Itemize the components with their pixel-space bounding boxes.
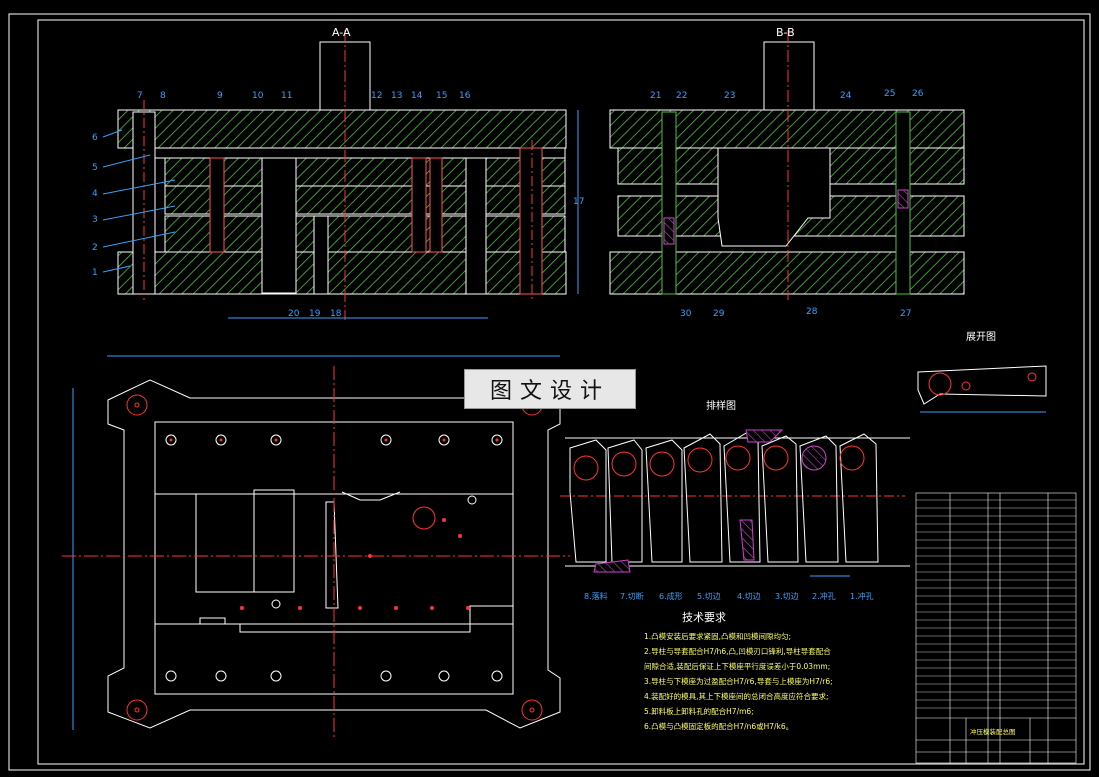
part-number: 3 [92,215,98,225]
tech-line: 2.导柱与导套配合H7/h6,凸,凹模刃口锋利,导柱导套配合 [644,646,831,656]
tech-line: 5.卸料板上卸料孔的配合H7/m6; [644,706,754,716]
strip-layout: 排样图 [560,399,910,577]
section-view-aa: A-A [117,26,579,320]
part-number: 14 [411,91,423,101]
part-number: 30 [680,309,692,319]
unfold-title: 展开图 [966,331,996,343]
station-labels: 8.落料 7.切断 6.成形 5.切边 4.切边 3.切边 2.冲孔 1.冲孔 [584,591,874,601]
tech-line: 3.导柱与下模座为过盈配合H7/r6,导套与上模座为H7/r6; [644,676,833,686]
station-label: 2.冲孔 [812,591,836,601]
part-number: 12 [371,91,382,101]
part-number: 19 [309,309,321,319]
part-number: 5 [92,163,98,173]
part-number: 26 [912,89,924,99]
technical-requirements: 技术要求 1.凸模安装后要求紧固,凸模和凹模间隙均匀; 2.导柱与导套配合H7/… [644,611,833,731]
station-label: 4.切边 [737,591,761,601]
tech-line: 6.凸模与凸模固定板的配合H7/n6或H7/k6。 [644,721,793,731]
title-block-name: 冲压模装配总图 [970,727,1016,736]
tech-title: 技术要求 [682,611,726,624]
tech-line: 间隙合适,装配后保证上下模座平行度误差小于0.03mm; [644,661,830,671]
part-number: 28 [806,307,818,317]
part-number: 17 [573,197,584,207]
plan-view [62,355,570,740]
part-number: 29 [713,309,725,319]
tech-line: 4.装配好的模具,其上下模座间的总闭合高度应符合要求; [644,691,829,701]
strip-layout-title: 排样图 [706,399,736,412]
station-label: 8.落料 [584,591,608,601]
part-number: 23 [724,91,735,101]
part-number: 11 [281,91,292,101]
part-number: 13 [391,91,402,101]
part-number: 24 [840,91,852,101]
part-number: 22 [676,91,687,101]
part-number: 2 [92,243,98,253]
section-view-bb: B-B [609,26,965,300]
station-label: 7.切断 [620,591,644,601]
part-number: 7 [137,91,143,101]
part-number: 8 [160,91,166,101]
view-aa-title: A-A [332,26,351,39]
view-bb-title: B-B [776,26,795,39]
part-number: 9 [217,91,223,101]
part-number: 27 [900,309,911,319]
part-number: 25 [884,89,895,99]
station-label: 5.切边 [697,591,721,601]
tech-line: 1.凸模安装后要求紧固,凸模和凹模间隙均匀; [644,631,791,641]
part-number: 10 [252,91,264,101]
watermark: 图文设计 [464,369,636,409]
part-number: 15 [436,91,447,101]
parts-list-rows [916,499,1076,709]
unfold-view: 展开图 [917,331,1047,413]
part-number: 6 [92,133,98,143]
part-number: 21 [650,91,661,101]
station-label: 1.冲孔 [850,591,874,601]
part-number: 1 [92,268,98,278]
part-number: 18 [330,309,342,319]
part-number: 16 [459,91,471,101]
part-number: 20 [288,309,300,319]
station-label: 6.成形 [659,591,683,601]
part-number: 4 [92,189,98,199]
station-label: 3.切边 [775,591,799,601]
